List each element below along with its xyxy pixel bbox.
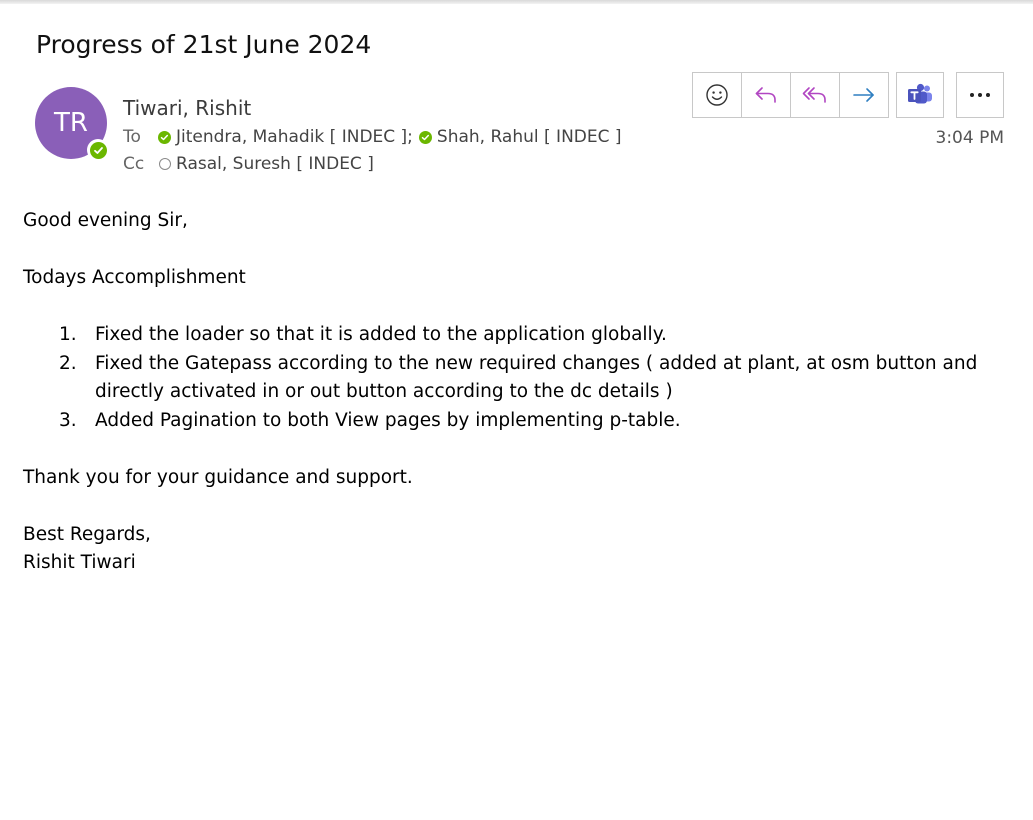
signoff: Best Regards,	[23, 523, 151, 545]
forward-button[interactable]	[840, 73, 888, 117]
presence-offline-icon	[159, 158, 171, 170]
email-subject: Progress of 21st June 2024	[36, 30, 372, 59]
message-actions-toolbar	[692, 72, 889, 118]
more-icon	[970, 93, 990, 97]
window-top-border	[0, 0, 1033, 4]
recipient-to-2[interactable]: Shah, Rahul [ INDEC ]	[418, 127, 622, 147]
email-body: Good evening Sir, Todays Accomplishment …	[23, 207, 1013, 578]
recipient-to-1[interactable]: Jitendra, Mahadik [ INDEC ];	[158, 127, 413, 147]
teams-icon	[908, 83, 932, 104]
list-item: 1. Fixed the loader so that it is added …	[59, 324, 667, 345]
greeting: Good evening Sir,	[23, 210, 188, 231]
presence-available-icon	[87, 139, 109, 161]
presence-available-icon	[418, 130, 432, 144]
section-heading: Todays Accomplishment	[23, 267, 246, 288]
cc-line: Cc Rasal, Suresh [ INDEC ]	[123, 154, 374, 174]
to-line: To Jitendra, Mahadik [ INDEC ]; Shah, Ra…	[123, 127, 622, 147]
react-button[interactable]	[693, 73, 742, 117]
reply-button[interactable]	[742, 73, 791, 117]
teams-button[interactable]	[896, 72, 944, 118]
reply-all-icon	[802, 87, 826, 103]
recipient-cc-1[interactable]: Rasal, Suresh [ INDEC ]	[158, 154, 374, 174]
reply-all-button[interactable]	[791, 73, 840, 117]
thanks-line: Thank you for your guidance and support.	[23, 466, 413, 488]
list-item: 2. Fixed the Gatepass according to the n…	[59, 352, 978, 403]
avatar-initials: TR	[54, 108, 88, 138]
received-time: 3:04 PM	[935, 128, 1005, 148]
reply-icon	[755, 87, 776, 103]
to-label: To	[123, 127, 141, 147]
list-item: 3. Added Pagination to both View pages b…	[59, 409, 681, 431]
sender-name[interactable]: Tiwari, Rishit	[123, 96, 251, 120]
presence-available-icon	[158, 130, 171, 144]
cc-label: Cc	[123, 154, 145, 174]
accomplishment-list: 1. Fixed the loader so that it is added …	[23, 321, 1013, 435]
forward-icon	[853, 88, 874, 102]
more-actions-button[interactable]	[956, 72, 1004, 118]
emoji-icon	[706, 84, 728, 106]
signature: Rishit Tiwari	[23, 552, 136, 573]
